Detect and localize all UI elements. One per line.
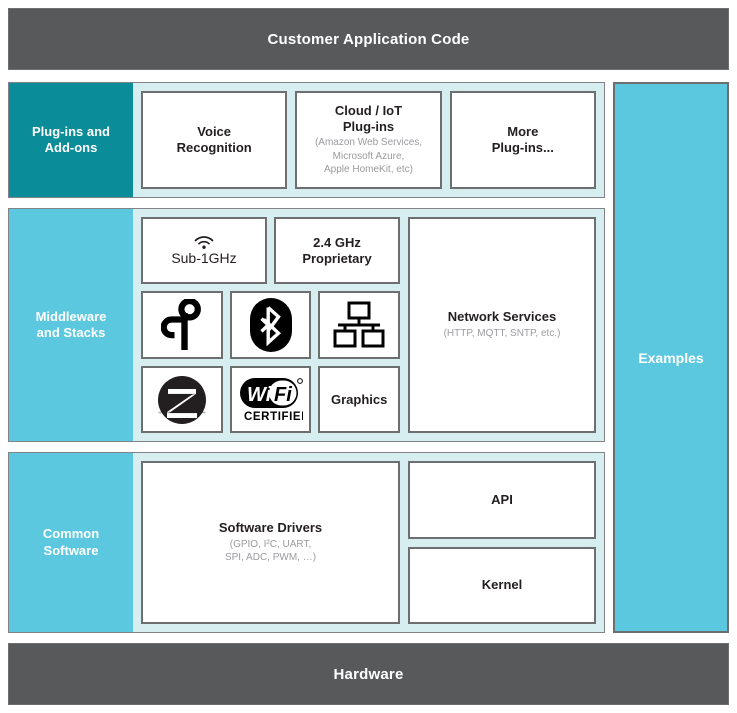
wireless-signal-icon bbox=[193, 235, 215, 250]
row-body-common-software: Software Drivers (GPIO, I²C, UART, SPI, … bbox=[133, 453, 604, 632]
customer-application-code-bar: Customer Application Code bbox=[8, 8, 729, 70]
row-label-plugins-and-addons: Plug-ins and Add-ons bbox=[9, 83, 133, 197]
card-sub-cloud-iot-plugins: (Amazon Web Services, Microsoft Azure, A… bbox=[314, 137, 423, 176]
card-more-plugins[interactable]: More Plug-ins... bbox=[449, 91, 596, 189]
row-common-software: Common Software Software Drivers (GPIO, … bbox=[8, 452, 605, 633]
card-network-services[interactable]: Network Services (HTTP, MQTT, SNTP, etc.… bbox=[408, 217, 596, 433]
card-title-sub-1ghz: Sub-1GHz bbox=[171, 249, 237, 266]
examples-column[interactable]: Examples bbox=[613, 82, 729, 633]
middleware-grid-line-1: Sub-1GHz 2.4 GHz Proprietary bbox=[141, 217, 400, 284]
card-title-api: API bbox=[491, 491, 513, 507]
card-24ghz-proprietary[interactable]: 2.4 GHz Proprietary bbox=[274, 217, 400, 284]
svg-text:Wi: Wi bbox=[247, 384, 272, 406]
card-title-network-services: Network Services bbox=[447, 309, 557, 325]
row-plugins-and-addons: Plug-ins and Add-ons Voice Recognition C… bbox=[8, 82, 605, 198]
card-title-software-drivers: Software Drivers bbox=[218, 520, 323, 536]
common-software-right-column: API Kernel bbox=[408, 461, 596, 624]
customer-application-code-label: Customer Application Code bbox=[267, 30, 470, 48]
card-kernel[interactable]: Kernel bbox=[408, 546, 596, 624]
card-title-24ghz-proprietary: 2.4 GHz Proprietary bbox=[302, 234, 372, 266]
bluetooth-logo-icon bbox=[249, 297, 293, 353]
row-label-common-software: Common Software bbox=[9, 453, 133, 632]
card-title-kernel: Kernel bbox=[481, 577, 523, 593]
hardware-label: Hardware bbox=[333, 665, 404, 683]
middleware-grid-line-3: Wi Fi CERTIFIED Graphics bbox=[141, 366, 401, 433]
card-sub-software-drivers: (GPIO, I²C, UART, SPI, ADC, PWM, …) bbox=[224, 538, 317, 564]
card-wifi-certified[interactable]: Wi Fi CERTIFIED bbox=[229, 366, 312, 433]
card-title-more-plugins: More Plug-ins... bbox=[491, 124, 554, 155]
card-title-cloud-iot-plugins: Cloud / IoT Plug-ins bbox=[334, 103, 403, 134]
middleware-network-services-wrap: Network Services (HTTP, MQTT, SNTP, etc.… bbox=[408, 217, 596, 433]
row-label-middleware-and-stacks: Middleware and Stacks bbox=[9, 209, 133, 441]
row-middleware-and-stacks: Middleware and Stacks Sub-1GHz 2.4 GHz P… bbox=[8, 208, 605, 442]
card-title-graphics: Graphics bbox=[331, 391, 388, 407]
hardware-bar: Hardware bbox=[8, 643, 729, 705]
middleware-grid-line-2 bbox=[141, 291, 401, 359]
card-api[interactable]: API bbox=[408, 461, 596, 539]
card-voice-recognition[interactable]: Voice Recognition bbox=[141, 91, 288, 189]
wired-network-icon bbox=[332, 301, 386, 349]
card-software-drivers[interactable]: Software Drivers (GPIO, I²C, UART, SPI, … bbox=[141, 461, 400, 624]
card-title-voice-recognition: Voice Recognition bbox=[176, 124, 252, 155]
svg-text:Fi: Fi bbox=[274, 384, 292, 406]
card-bluetooth[interactable] bbox=[229, 291, 312, 359]
card-zigbee[interactable] bbox=[141, 366, 223, 433]
svg-text:CERTIFIED: CERTIFIED bbox=[244, 411, 303, 423]
row-body-plugins: Voice Recognition Cloud / IoT Plug-ins (… bbox=[133, 83, 604, 197]
wifi-certified-logo-icon: Wi Fi CERTIFIED bbox=[239, 377, 303, 423]
card-sub-network-services: (HTTP, MQTT, SNTP, etc.) bbox=[443, 328, 561, 340]
card-sub-1ghz[interactable]: Sub-1GHz bbox=[141, 217, 267, 284]
zigbee-logo-icon bbox=[156, 374, 208, 426]
card-graphics[interactable]: Graphics bbox=[318, 366, 401, 433]
thread-logo-icon bbox=[160, 299, 203, 351]
card-cloud-iot-plugins[interactable]: Cloud / IoT Plug-ins (Amazon Web Service… bbox=[295, 91, 442, 189]
software-stack-diagram: Customer Application Code Plug-ins and A… bbox=[0, 0, 737, 713]
row-body-middleware: Sub-1GHz 2.4 GHz Proprietary Wi Fi CERTI… bbox=[133, 209, 604, 441]
card-thread[interactable] bbox=[141, 291, 223, 359]
middleware-protocol-grid: Sub-1GHz 2.4 GHz Proprietary Wi Fi CERTI… bbox=[141, 217, 401, 433]
card-wired-network[interactable] bbox=[318, 291, 401, 359]
examples-label: Examples bbox=[638, 349, 704, 366]
